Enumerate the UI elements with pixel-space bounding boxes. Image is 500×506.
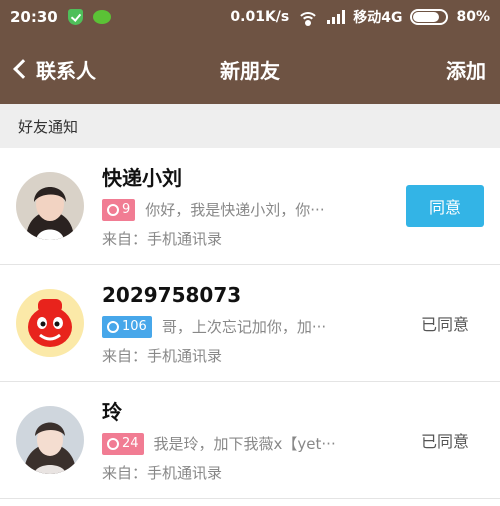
status-bar: 20:30 0.01K/s 移动4G 80% [0, 0, 500, 34]
male-gender-icon [107, 320, 119, 333]
battery-icon [410, 9, 449, 25]
chevron-left-icon [13, 59, 33, 79]
add-button[interactable]: 添加 [446, 55, 500, 84]
signal-icon [327, 10, 346, 24]
battery-percent: 80% [456, 9, 490, 25]
friend-request-row[interactable]: 快递小刘 9 你好，我是快递小刘，你··· 来自：手机通讯录 同意 [0, 148, 500, 265]
nav-bar: 联系人 新朋友 添加 [0, 34, 500, 104]
friend-request-row[interactable]: 玲 24 我是玲，加下我薇x【yet··· 来自：手机通讯录 已同意 [0, 382, 500, 499]
carrier-label: 移动4G [353, 10, 403, 26]
accepted-status: 已同意 [420, 315, 469, 334]
friend-count-badge: 106 [102, 315, 152, 338]
request-source: 来自：手机通讯录 [102, 346, 223, 365]
badge-count: 106 [122, 319, 147, 334]
request-message: 你好，我是快递小刘，你··· [145, 201, 325, 219]
wifi-icon [297, 8, 320, 26]
status-time: 20:30 [10, 8, 58, 26]
friend-request-row[interactable]: 2029758073 106 哥，上次忘记加你，加··· 来自：手机通讯录 已同… [0, 265, 500, 382]
accept-button[interactable]: 同意 [406, 185, 484, 227]
contact-name: 2029758073 [102, 282, 242, 307]
request-source: 来自：手机通讯录 [102, 229, 223, 248]
person-icon [107, 203, 119, 216]
avatar[interactable] [16, 289, 84, 357]
badge-count: 24 [122, 436, 139, 451]
friend-count-badge: 9 [102, 198, 136, 221]
badge-count: 9 [122, 202, 131, 217]
back-label: 联系人 [36, 58, 96, 83]
request-message: 我是玲，加下我薇x【yet··· [153, 435, 336, 453]
friend-count-badge: 24 [102, 432, 144, 455]
wechat-notification-icon [92, 10, 111, 24]
shield-icon [67, 9, 83, 25]
avatar[interactable] [16, 406, 84, 474]
network-speed: 0.01K/s [230, 9, 290, 25]
avatar[interactable] [16, 172, 84, 240]
contact-name: 快递小刘 [102, 165, 182, 190]
accepted-status: 已同意 [420, 432, 469, 451]
back-button[interactable]: 联系人 [0, 34, 96, 104]
request-message: 哥，上次忘记加你，加··· [161, 318, 327, 336]
contact-name: 玲 [102, 399, 122, 424]
section-header: 好友通知 [0, 104, 500, 148]
section-title: 好友通知 [18, 117, 79, 136]
female-gender-icon [107, 437, 119, 450]
request-source: 来自：手机通讯录 [102, 463, 223, 482]
